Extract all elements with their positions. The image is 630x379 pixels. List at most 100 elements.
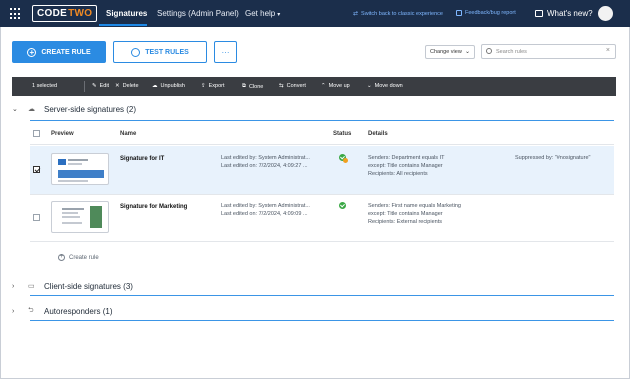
top-bar: CODE TWO Signatures Settings (Admin Panel…: [0, 0, 630, 27]
clone-label: Clone: [248, 83, 264, 90]
row-recipients: Recipients: External recipients: [368, 219, 442, 225]
cloud-icon: ☁: [28, 106, 35, 113]
change-view-label: Change view: [430, 49, 462, 55]
row-suppressed: Suppressed by: "#nosignature": [515, 155, 591, 161]
whats-new-button[interactable]: What's new?: [535, 9, 593, 18]
row-senders: Senders: Department equals IT: [368, 155, 445, 161]
monitor-icon: ▭: [28, 283, 35, 290]
row-except: except: Title contains Manager: [368, 163, 443, 169]
row-edited-by: Last edited by: System Administrat...: [221, 155, 310, 161]
move-down-button[interactable]: ⌄ Move down: [367, 83, 403, 89]
logo-two: TWO: [68, 8, 93, 19]
col-preview: Preview: [51, 131, 74, 137]
row-recipients: Recipients: All recipients: [368, 171, 428, 177]
more-options-button[interactable]: ···: [214, 41, 237, 63]
tab-get-help-label: Get help: [245, 9, 276, 18]
test-rules-button[interactable]: TEST RULES: [113, 41, 207, 63]
delete-button[interactable]: ✕ Delete: [115, 83, 139, 89]
test-rules-label: TEST RULES: [145, 48, 189, 56]
plus-icon: +: [58, 254, 65, 261]
row-divider: [30, 194, 614, 195]
avatar[interactable]: [598, 6, 613, 21]
search-input[interactable]: Search rules ×: [481, 44, 616, 59]
change-view-dropdown[interactable]: Change view ⌄: [425, 45, 475, 59]
chevron-down-icon: ⌄: [367, 83, 372, 89]
signature-preview-thumbnail[interactable]: [51, 153, 109, 185]
group-divider: [30, 320, 614, 321]
active-tab-indicator: [99, 24, 147, 26]
preview-graphic: [62, 206, 102, 228]
toolbar-divider: [84, 81, 85, 92]
row-edited-on: Last edited on: 7/2/2024, 4:09:27 ...: [221, 163, 308, 169]
unpublish-button[interactable]: ☁ Unpublish: [152, 83, 185, 89]
chevron-right-icon: ›: [12, 307, 15, 315]
tab-get-help[interactable]: Get help ▾: [245, 9, 280, 18]
switch-icon: ⇄: [353, 11, 359, 17]
book-icon: [535, 10, 543, 17]
col-details: Details: [368, 131, 388, 137]
delete-icon: ✕: [115, 83, 120, 89]
chevron-up-icon: ⌃: [321, 83, 326, 89]
feedback-icon: [456, 10, 462, 16]
col-status: Status: [333, 131, 352, 137]
signature-preview-thumbnail[interactable]: [51, 201, 109, 233]
edit-button[interactable]: ✎ Edit: [92, 83, 109, 89]
group-server-label: Server-side signatures (2): [44, 104, 137, 114]
col-name: Name: [120, 131, 137, 137]
row-checkbox[interactable]: [33, 214, 40, 221]
select-all-checkbox[interactable]: [33, 130, 40, 137]
tab-signatures[interactable]: Signatures: [106, 9, 147, 18]
search-icon: [486, 48, 492, 54]
group-server-side[interactable]: ⌄ ☁ Server-side signatures (2): [12, 101, 616, 117]
group-divider: [30, 120, 614, 121]
clear-search-icon[interactable]: ×: [606, 47, 610, 54]
create-rule-link-label: Create rule: [69, 254, 99, 261]
row-divider: [30, 241, 614, 242]
table-row[interactable]: [30, 196, 614, 240]
chevron-right-icon: ›: [12, 282, 15, 290]
convert-button[interactable]: ⇆ Convert: [279, 83, 306, 89]
row-except: except: Title contains Manager: [368, 211, 443, 217]
group-client-side[interactable]: › ▭ Client-side signatures (3): [12, 278, 616, 294]
header-divider: [30, 144, 614, 145]
reply-icon: ⮌: [28, 306, 34, 314]
export-button[interactable]: ⇪ Export: [201, 83, 225, 89]
preview-graphic: [58, 159, 104, 182]
whats-new-label: What's new?: [547, 9, 593, 18]
switch-classic-link[interactable]: ⇄ Switch back to classic experience: [353, 10, 443, 18]
convert-icon: ⇆: [279, 83, 284, 89]
plus-icon: +: [27, 47, 37, 57]
create-rule-link[interactable]: + Create rule: [58, 254, 99, 261]
feedback-link[interactable]: Feedback/bug report: [456, 10, 516, 16]
row-edited-on: Last edited on: 7/2/2024, 4:09:09 ...: [221, 211, 308, 217]
chevron-down-icon: ⌄: [12, 106, 18, 113]
status-published-icon: [339, 202, 346, 209]
unpublish-label: Unpublish: [160, 83, 185, 89]
row-name[interactable]: Signature for Marketing: [120, 204, 187, 210]
clone-button[interactable]: ⧉ Clone: [242, 83, 263, 90]
delete-label: Delete: [122, 83, 139, 89]
row-name[interactable]: Signature for IT: [120, 156, 164, 162]
chevron-down-icon: ⌄: [464, 49, 470, 55]
status-warning-icon: [343, 158, 348, 163]
row-senders: Senders: First name equals Marketing: [368, 203, 461, 209]
check-circle-icon: [131, 47, 141, 57]
table-row[interactable]: [30, 146, 614, 194]
codetwo-logo[interactable]: CODE TWO: [32, 5, 98, 22]
create-rule-button[interactable]: + CREATE RULE: [12, 41, 106, 63]
move-up-button[interactable]: ⌃ Move up: [321, 83, 350, 89]
group-autoresponders[interactable]: › ⮌ Autoresponders (1): [12, 303, 616, 319]
row-checkbox[interactable]: [33, 166, 40, 173]
export-label: Export: [208, 83, 225, 89]
logo-code: CODE: [37, 8, 68, 19]
edit-icon: ✎: [92, 83, 97, 89]
move-up-label: Move up: [328, 83, 350, 89]
clone-icon: ⧉: [242, 83, 246, 89]
chevron-down-icon: ▾: [277, 12, 281, 18]
selected-count: 1 selected: [32, 83, 58, 89]
tab-settings[interactable]: Settings (Admin Panel): [157, 9, 239, 18]
app-launcher-icon[interactable]: [10, 8, 22, 20]
selection-toolbar: 1 selected ✎ Edit ✕ Delete ☁ Unpublish ⇪ Exp…: [12, 77, 616, 96]
switch-classic-label: Switch back to classic experience: [361, 10, 443, 17]
convert-label: Convert: [286, 83, 306, 89]
